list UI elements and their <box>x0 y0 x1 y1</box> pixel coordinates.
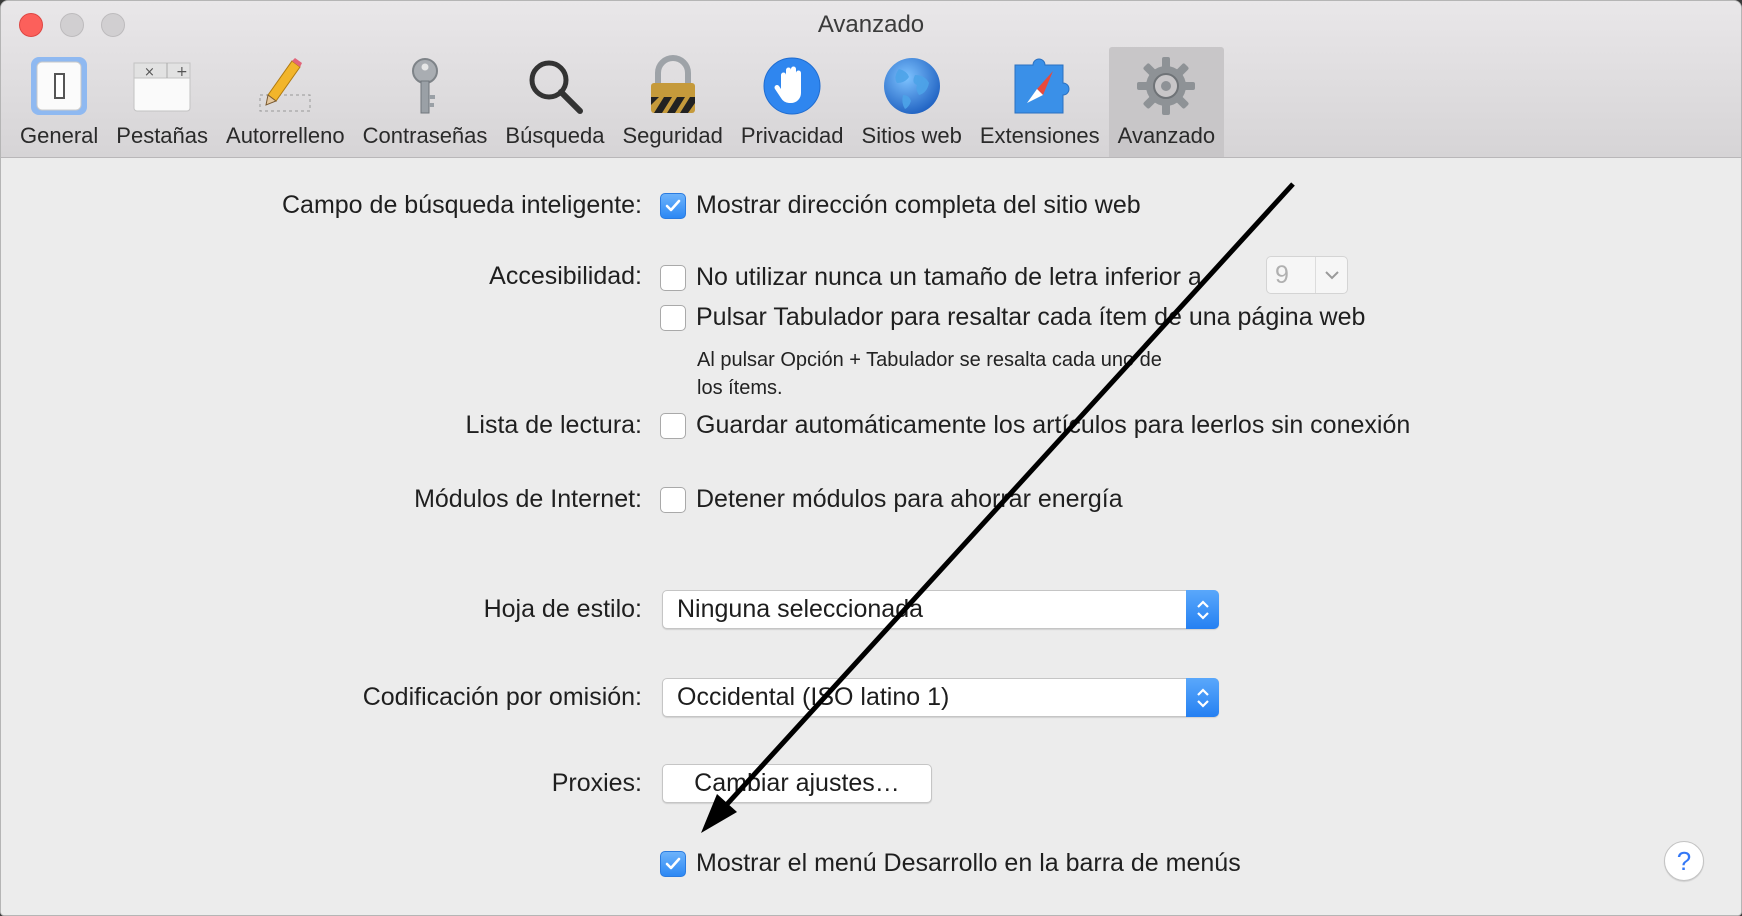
min-font-row: No utilizar nunca un tamaño de letra inf… <box>660 263 1202 292</box>
encoding-label: Codificación por omisión: <box>362 683 642 711</box>
tab-seguridad[interactable]: Seguridad <box>614 47 732 157</box>
checkmark-icon <box>665 857 681 869</box>
min-font-size-value: 9 <box>1275 260 1289 289</box>
min-font-size-label[interactable]: No utilizar nunca un tamaño de letra inf… <box>696 263 1202 292</box>
tab-highlight-row: Pulsar Tabulador para resaltar cada ítem… <box>660 303 1365 332</box>
globe-icon <box>881 55 943 117</box>
updown-arrows-icon <box>1186 678 1219 717</box>
tab-avanzado-label: Avanzado <box>1117 123 1216 148</box>
plugins-label: Módulos de Internet: <box>414 485 642 513</box>
tab-highlight-label[interactable]: Pulsar Tabulador para resaltar cada ítem… <box>696 303 1365 332</box>
tab-pestanas-label: Pestañas <box>116 123 209 148</box>
encoding-value: Occidental (ISO latino 1) <box>677 683 950 711</box>
tab-sitios-web[interactable]: Sitios web <box>853 47 971 157</box>
puzzle-compass-icon <box>1009 55 1071 117</box>
magnifier-icon <box>524 55 586 117</box>
stop-plugins-label[interactable]: Detener módulos para ahorrar energía <box>696 485 1123 514</box>
save-offline-checkbox[interactable] <box>660 412 686 439</box>
tab-sitios-web-label: Sitios web <box>861 123 962 148</box>
titlebar: Avanzado General × + Pestañas Autorrelle… <box>1 1 1741 158</box>
stylesheet-label: Hoja de estilo: <box>483 595 642 623</box>
show-develop-menu-label[interactable]: Mostrar el menú Desarrollo en la barra d… <box>696 849 1241 878</box>
show-full-address-checkbox[interactable] <box>660 192 686 219</box>
reading-list-row: Guardar automáticamente los artículos pa… <box>660 411 1410 440</box>
stop-plugins-checkbox[interactable] <box>660 486 686 513</box>
change-proxies-button[interactable]: Cambiar ajustes… <box>662 764 932 803</box>
tab-extensiones[interactable]: Extensiones <box>971 47 1109 157</box>
tab-privacidad-label: Privacidad <box>740 123 844 148</box>
tab-busqueda-label: Búsqueda <box>505 123 605 148</box>
padlock-icon <box>642 55 704 117</box>
tab-highlight-note: Al pulsar Opción + Tabulador se resalta … <box>697 346 1162 402</box>
tab-contrasenas-label: Contraseñas <box>362 123 488 148</box>
hand-icon <box>761 55 823 117</box>
smart-search-row: Mostrar dirección completa del sitio web <box>660 191 1141 220</box>
tab-avanzado[interactable]: Avanzado <box>1108 47 1225 157</box>
key-icon <box>394 55 456 117</box>
min-font-size-select[interactable]: 9 <box>1266 256 1348 294</box>
show-full-address-label[interactable]: Mostrar dirección completa del sitio web <box>696 191 1141 220</box>
reading-list-label: Lista de lectura: <box>465 411 643 439</box>
tab-highlight-note-line2: los ítems. <box>697 377 783 399</box>
gear-icon <box>1135 55 1197 117</box>
tab-privacidad[interactable]: Privacidad <box>732 47 853 157</box>
plugins-row: Detener módulos para ahorrar energía <box>660 485 1123 514</box>
help-button[interactable]: ? <box>1664 841 1704 881</box>
pencil-icon <box>254 55 316 117</box>
tab-contrasenas[interactable]: Contraseñas <box>354 47 497 157</box>
stylesheet-value: Ninguna seleccionada <box>677 595 924 623</box>
tab-extensiones-label: Extensiones <box>979 123 1100 148</box>
show-develop-menu-checkbox[interactable] <box>660 850 686 877</box>
chevron-down-icon <box>1315 257 1347 293</box>
tab-highlight-note-line1: Al pulsar Opción + Tabulador se resalta … <box>697 349 1162 371</box>
tab-autorrelleno-label: Autorrelleno <box>226 123 345 148</box>
smart-search-label: Campo de búsqueda inteligente: <box>282 191 642 219</box>
min-font-size-checkbox[interactable] <box>660 264 686 291</box>
svg-text:+: + <box>176 64 188 80</box>
develop-menu-row: Mostrar el menú Desarrollo en la barra d… <box>660 849 1241 878</box>
stylesheet-select[interactable]: Ninguna seleccionada <box>662 590 1219 629</box>
save-offline-label[interactable]: Guardar automáticamente los artículos pa… <box>696 411 1410 440</box>
accessibility-label: Accesibilidad: <box>489 262 642 290</box>
window-title: Avanzado <box>817 11 925 38</box>
tab-highlight-checkbox[interactable] <box>660 304 686 331</box>
checkmark-icon <box>665 199 681 211</box>
tab-pestanas[interactable]: × + Pestañas <box>107 47 217 157</box>
proxies-label: Proxies: <box>551 769 642 797</box>
general-switch-icon <box>28 55 90 117</box>
tab-general-label: General <box>20 123 99 148</box>
encoding-select[interactable]: Occidental (ISO latino 1) <box>662 678 1219 717</box>
svg-text:×: × <box>144 65 155 80</box>
tab-general[interactable]: General <box>11 47 107 157</box>
preferences-window: Avanzado General × + Pestañas Autorrelle… <box>0 0 1742 916</box>
updown-arrows-icon <box>1186 590 1219 629</box>
preferences-toolbar: General × + Pestañas Autorrelleno Contra… <box>11 47 1225 157</box>
advanced-settings-pane: Campo de búsqueda inteligente: Mostrar d… <box>1 158 1741 915</box>
tab-seguridad-label: Seguridad <box>622 123 723 148</box>
tabs-icon: × + <box>131 55 193 117</box>
tab-busqueda[interactable]: Búsqueda <box>496 47 613 157</box>
tab-autorrelleno[interactable]: Autorrelleno <box>217 47 354 157</box>
